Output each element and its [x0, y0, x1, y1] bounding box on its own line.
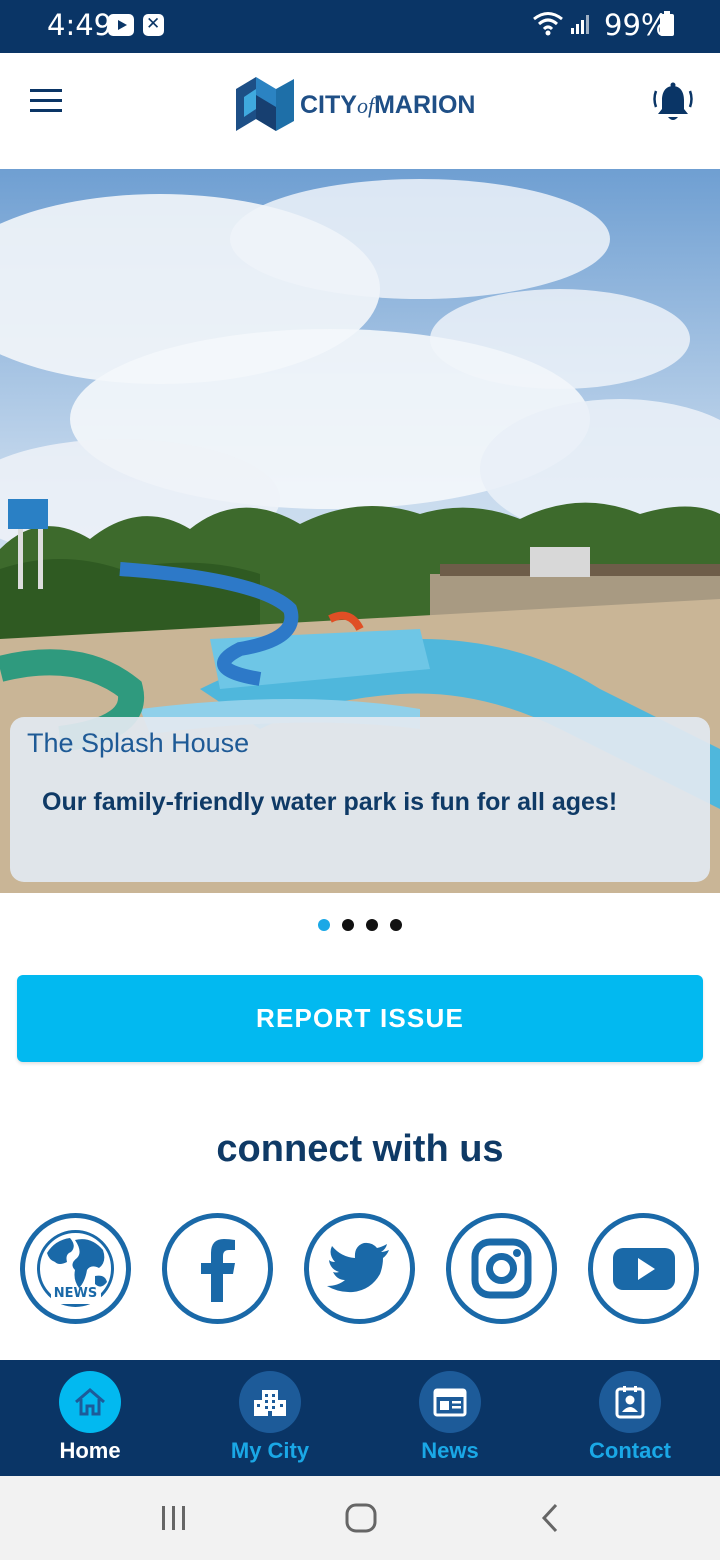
newspaper-icon: [433, 1388, 467, 1417]
bottom-navigation: Home My City News Contact: [0, 1360, 720, 1476]
nav-home[interactable]: Home: [0, 1360, 180, 1476]
city-logo: CITYofMARION: [234, 75, 504, 135]
carousel-dot-3[interactable]: [366, 919, 378, 931]
youtube-icon: [613, 1248, 675, 1290]
hero-carousel[interactable]: The Splash House Our family-friendly wat…: [0, 169, 720, 893]
battery-percent: 99%: [604, 8, 669, 42]
instagram-icon: [471, 1238, 532, 1299]
connect-heading: connect with us: [216, 1128, 504, 1170]
back-icon[interactable]: [536, 1500, 564, 1536]
battery-icon: [660, 11, 674, 36]
news-link-label: NEWS: [53, 1286, 98, 1301]
carousel-dot-1[interactable]: [318, 919, 330, 931]
logo-mark-icon: [236, 77, 294, 131]
nav-news-label: News: [421, 1438, 479, 1463]
wifi-icon: [533, 12, 563, 36]
buildings-icon: [254, 1390, 286, 1416]
status-bar: 4:49 99%: [0, 0, 720, 53]
hero-title: The Splash House: [27, 728, 250, 758]
bell-icon: [653, 82, 693, 120]
nav-news[interactable]: News: [360, 1360, 540, 1476]
facebook-link-button[interactable]: [162, 1213, 273, 1324]
carousel-dot-2[interactable]: [342, 919, 354, 931]
status-time: 4:49: [47, 8, 113, 42]
contact-card-icon: [615, 1386, 645, 1419]
recent-apps-icon[interactable]: [158, 1500, 190, 1536]
system-navigation-bar: [0, 1476, 720, 1560]
twitter-link-button[interactable]: [304, 1213, 415, 1324]
app-header: CITYofMARION: [0, 53, 720, 169]
youtube-notification-icon: [108, 14, 134, 36]
social-links: NEWS: [20, 1213, 702, 1325]
nav-my-city-label: My City: [230, 1438, 310, 1463]
instagram-link-button[interactable]: [446, 1213, 557, 1324]
facebook-icon: [201, 1239, 235, 1302]
news-link-button[interactable]: NEWS: [20, 1213, 131, 1324]
nav-my-city[interactable]: My City: [180, 1360, 360, 1476]
hero-caption: The Splash House Our family-friendly wat…: [10, 717, 710, 882]
report-issue-button[interactable]: REPORT ISSUE: [17, 975, 703, 1062]
menu-button[interactable]: [30, 89, 68, 119]
twitter-icon: [327, 1242, 389, 1293]
carousel-dots: [0, 918, 720, 932]
youtube-link-button[interactable]: [588, 1213, 699, 1324]
nav-contact-label: Contact: [589, 1438, 671, 1463]
carousel-dot-4[interactable]: [390, 919, 402, 931]
app-notification-icon: [143, 14, 164, 36]
nav-home-label: Home: [59, 1438, 121, 1463]
globe-news-icon: [37, 1230, 114, 1307]
hero-description: Our family-friendly water park is fun fo…: [42, 788, 618, 816]
nav-contact[interactable]: Contact: [540, 1360, 720, 1476]
home-system-icon[interactable]: [344, 1500, 378, 1536]
notifications-button[interactable]: [652, 81, 694, 125]
home-icon: [75, 1388, 105, 1416]
signal-icon: [571, 15, 589, 34]
logo-text: CITYofMARION: [300, 91, 476, 119]
hamburger-icon: [30, 89, 62, 92]
